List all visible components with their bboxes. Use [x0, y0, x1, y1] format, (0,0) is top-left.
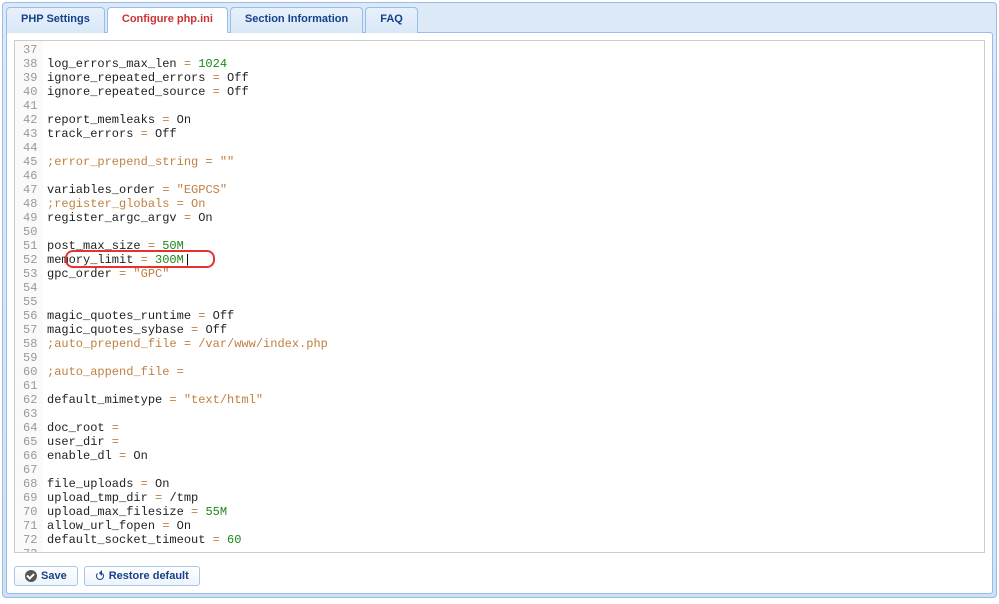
line-number: 47 [23, 183, 37, 197]
line-number: 72 [23, 533, 37, 547]
code-line[interactable]: memory_limit = 300M| [47, 253, 984, 267]
line-number: 59 [23, 351, 37, 365]
line-number: 60 [23, 365, 37, 379]
line-number: 64 [23, 421, 37, 435]
tab-section-information[interactable]: Section Information [230, 7, 363, 33]
line-number: 55 [23, 295, 37, 309]
editor-scroll[interactable]: 3738394041424344454647484950515253545556… [15, 41, 984, 552]
code-line[interactable]: report_memleaks = On [47, 113, 984, 127]
code-area[interactable]: log_errors_max_len = 1024ignore_repeated… [43, 41, 984, 552]
code-line[interactable]: log_errors_max_len = 1024 [47, 57, 984, 71]
line-number: 38 [23, 57, 37, 71]
restore-icon [95, 571, 105, 581]
restore-button-label: Restore default [109, 570, 189, 582]
save-button-label: Save [41, 570, 67, 582]
code-line[interactable]: user_dir = [47, 435, 984, 449]
code-line[interactable]: magic_quotes_sybase = Off [47, 323, 984, 337]
code-line[interactable] [47, 169, 984, 183]
line-number: 52 [23, 253, 37, 267]
code-line[interactable]: file_uploads = On [47, 477, 984, 491]
code-line[interactable]: ;register_globals = On [47, 197, 984, 211]
code-editor[interactable]: 3738394041424344454647484950515253545556… [14, 40, 985, 553]
code-line[interactable] [47, 99, 984, 113]
line-number: 56 [23, 309, 37, 323]
code-line[interactable] [47, 407, 984, 421]
code-line[interactable]: post_max_size = 50M [47, 239, 984, 253]
code-line[interactable]: magic_quotes_runtime = Off [47, 309, 984, 323]
text-cursor: | [184, 253, 191, 267]
code-line[interactable]: default_socket_timeout = 60 [47, 533, 984, 547]
line-number: 53 [23, 267, 37, 281]
line-number: 71 [23, 519, 37, 533]
line-number: 73 [23, 547, 37, 552]
line-number: 42 [23, 113, 37, 127]
code-line[interactable]: allow_url_fopen = On [47, 519, 984, 533]
code-line[interactable]: upload_max_filesize = 55M [47, 505, 984, 519]
line-number: 49 [23, 211, 37, 225]
save-button[interactable]: Save [14, 566, 78, 586]
code-line[interactable]: ;auto_append_file = [47, 365, 984, 379]
line-number-gutter: 3738394041424344454647484950515253545556… [15, 41, 43, 552]
line-number: 50 [23, 225, 37, 239]
line-number: 63 [23, 407, 37, 421]
code-line[interactable]: register_argc_argv = On [47, 211, 984, 225]
line-number: 44 [23, 141, 37, 155]
code-line[interactable]: ignore_repeated_source = Off [47, 85, 984, 99]
line-number: 48 [23, 197, 37, 211]
code-line[interactable]: gpc_order = "GPC" [47, 267, 984, 281]
code-line[interactable] [47, 225, 984, 239]
line-number: 69 [23, 491, 37, 505]
code-line[interactable] [47, 295, 984, 309]
line-number: 54 [23, 281, 37, 295]
line-number: 57 [23, 323, 37, 337]
code-line[interactable] [47, 351, 984, 365]
tab-content: 3738394041424344454647484950515253545556… [6, 32, 993, 594]
line-number: 43 [23, 127, 37, 141]
line-number: 68 [23, 477, 37, 491]
code-line[interactable] [47, 379, 984, 393]
footer-toolbar: Save Restore default [7, 560, 992, 593]
code-line[interactable] [47, 141, 984, 155]
tab-configure-php-ini[interactable]: Configure php.ini [107, 7, 228, 33]
check-icon [25, 570, 37, 582]
line-number: 62 [23, 393, 37, 407]
code-line[interactable]: ignore_repeated_errors = Off [47, 71, 984, 85]
code-line[interactable] [47, 547, 984, 552]
tab-bar: PHP SettingsConfigure php.iniSection Inf… [6, 6, 993, 32]
line-number: 40 [23, 85, 37, 99]
code-line[interactable]: upload_tmp_dir = /tmp [47, 491, 984, 505]
code-line[interactable]: default_mimetype = "text/html" [47, 393, 984, 407]
line-number: 39 [23, 71, 37, 85]
code-line[interactable] [47, 463, 984, 477]
line-number: 37 [23, 43, 37, 57]
tab-php-settings[interactable]: PHP Settings [6, 7, 105, 33]
line-number: 51 [23, 239, 37, 253]
line-number: 45 [23, 155, 37, 169]
code-line[interactable]: track_errors = Off [47, 127, 984, 141]
code-line[interactable] [47, 43, 984, 57]
line-number: 58 [23, 337, 37, 351]
tab-faq[interactable]: FAQ [365, 7, 418, 33]
settings-panel: PHP SettingsConfigure php.iniSection Inf… [2, 2, 997, 598]
code-line[interactable]: ;error_prepend_string = "" [47, 155, 984, 169]
line-number: 61 [23, 379, 37, 393]
code-line[interactable]: enable_dl = On [47, 449, 984, 463]
code-line[interactable]: variables_order = "EGPCS" [47, 183, 984, 197]
code-line[interactable]: ;auto_prepend_file = /var/www/index.php [47, 337, 984, 351]
restore-default-button[interactable]: Restore default [84, 566, 200, 586]
line-number: 41 [23, 99, 37, 113]
code-line[interactable]: doc_root = [47, 421, 984, 435]
line-number: 67 [23, 463, 37, 477]
line-number: 70 [23, 505, 37, 519]
line-number: 66 [23, 449, 37, 463]
code-line[interactable] [47, 281, 984, 295]
line-number: 46 [23, 169, 37, 183]
line-number: 65 [23, 435, 37, 449]
